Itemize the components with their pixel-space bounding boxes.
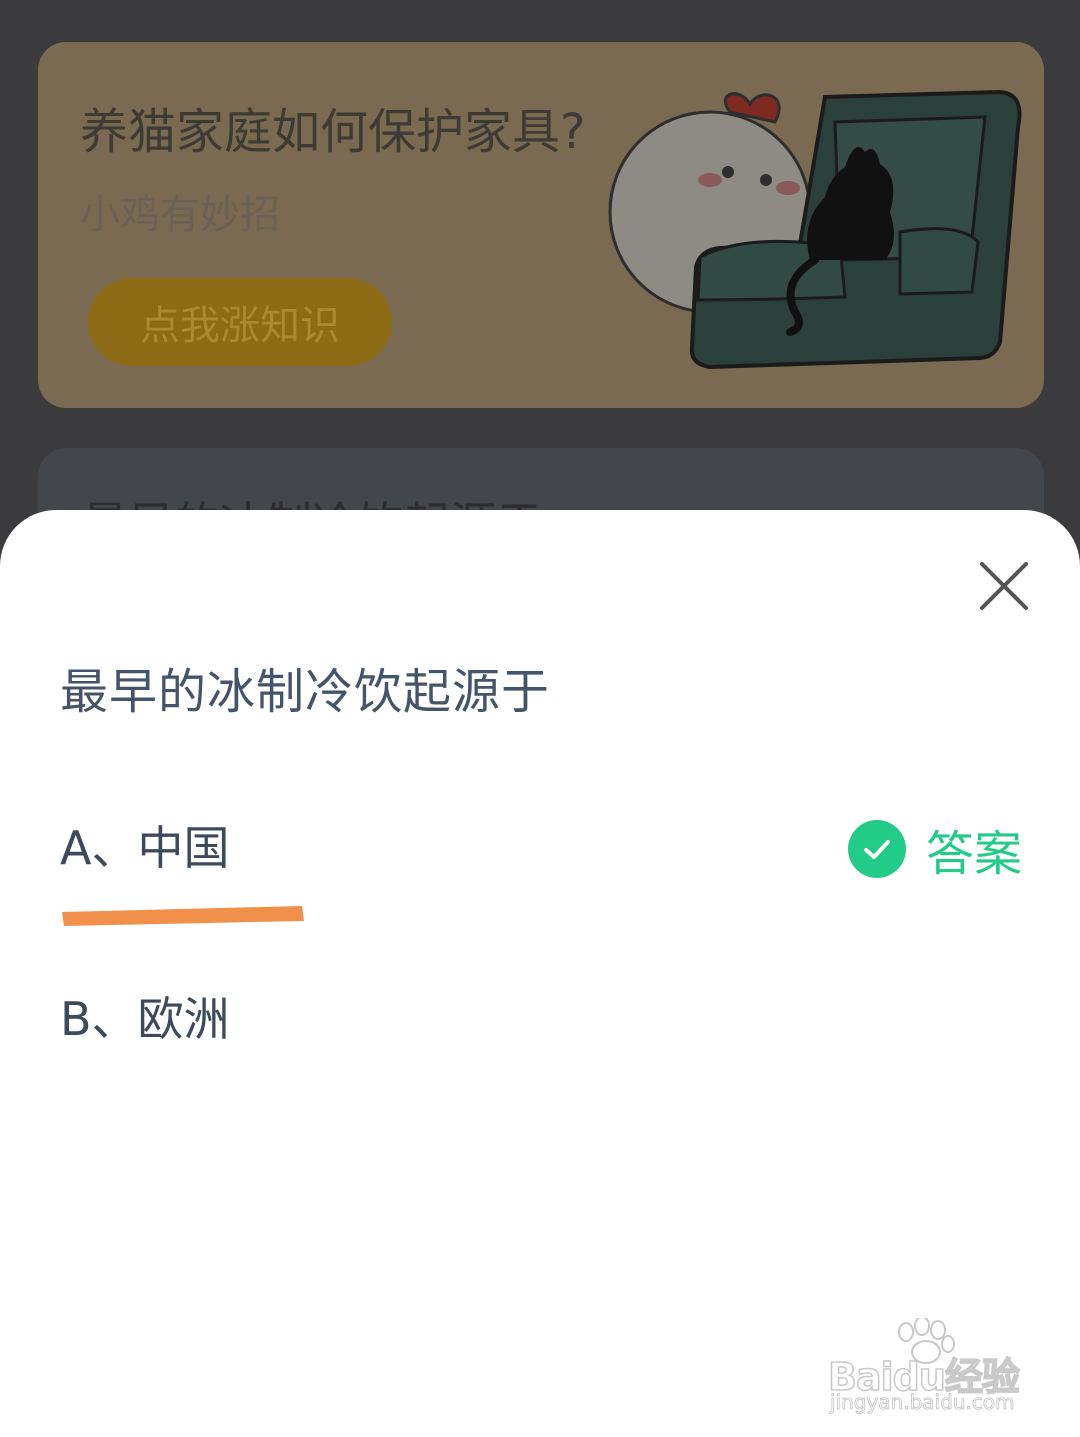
- promo-title: 养猫家庭如何保护家具?: [80, 104, 586, 160]
- option-b[interactable]: B、欧洲: [60, 983, 230, 1049]
- promo-button[interactable]: 点我涨知识: [88, 278, 392, 366]
- chick-and-cat-illustration: [608, 89, 1022, 370]
- close-icon[interactable]: [976, 558, 1032, 614]
- answer-sheet: [0, 510, 1080, 1437]
- answer-label: 答案: [926, 826, 1023, 882]
- answer-badge: 答案: [848, 814, 1022, 884]
- check-icon: [848, 820, 906, 878]
- promo-subtitle: 小鸡有妙招: [80, 192, 280, 238]
- question-title: 最早的冰制冷饮起源于: [60, 664, 551, 720]
- highlight-underline: [62, 906, 304, 926]
- watermark-url: jingyan.baidu.com: [830, 1390, 1015, 1415]
- option-a[interactable]: A、中国: [60, 812, 229, 878]
